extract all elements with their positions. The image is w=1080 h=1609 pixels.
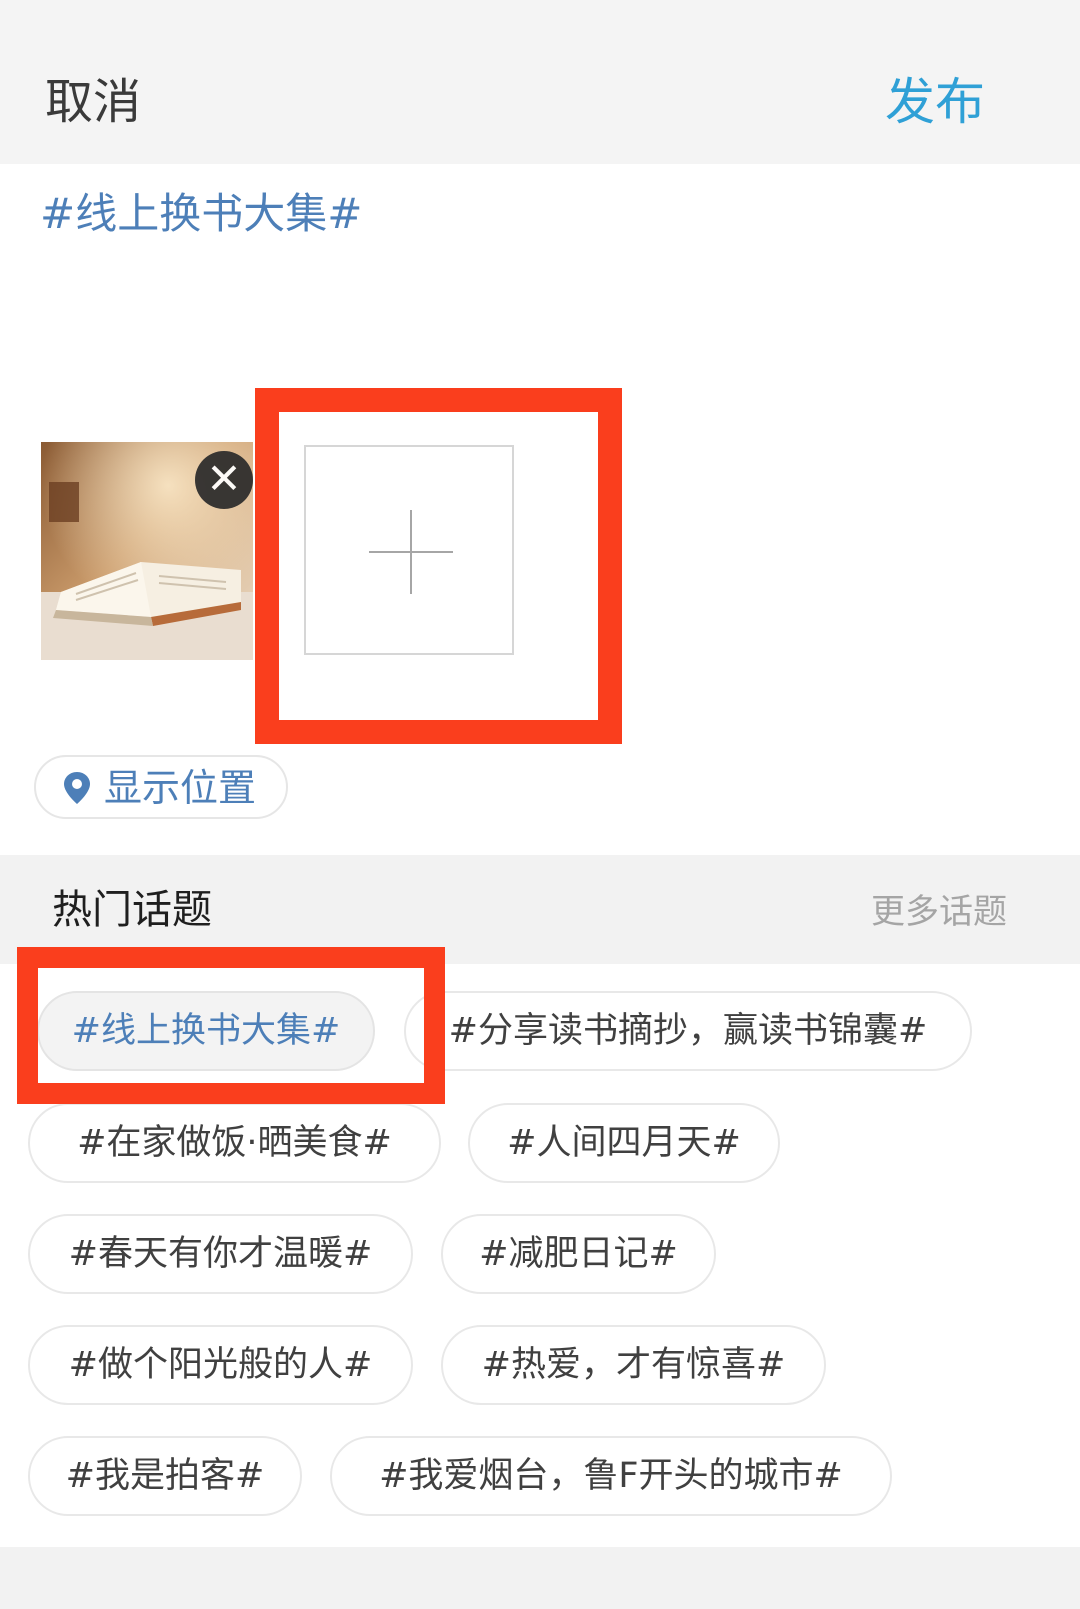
- topic-chip[interactable]: #人间四月天#: [468, 1103, 780, 1183]
- location-pin-icon: [64, 772, 90, 804]
- remove-image-button[interactable]: ✕: [195, 451, 253, 509]
- topic-chip[interactable]: #减肥日记#: [441, 1214, 716, 1294]
- topic-chip[interactable]: #热爱，才有惊喜#: [441, 1325, 826, 1405]
- topic-chip[interactable]: #在家做饭·晒美食#: [28, 1103, 441, 1183]
- bottom-divider: [0, 1547, 1080, 1609]
- post-text-input[interactable]: #线上换书大集#: [40, 183, 362, 245]
- show-location-button[interactable]: 显示位置: [34, 755, 288, 819]
- topic-chip[interactable]: #我是拍客#: [28, 1436, 302, 1516]
- cancel-button[interactable]: 取消: [45, 70, 141, 134]
- highlight-box-add-image: [255, 388, 622, 744]
- topic-chip[interactable]: #我爱烟台，鲁F开头的城市#: [330, 1436, 892, 1516]
- close-icon: ✕: [206, 454, 242, 503]
- topic-chip[interactable]: #分享读书摘抄，赢读书锦囊#: [404, 991, 972, 1071]
- highlight-box-topic: [17, 947, 445, 1104]
- topic-chip[interactable]: #做个阳光般的人#: [28, 1325, 413, 1405]
- show-location-label: 显示位置: [104, 766, 257, 810]
- top-bar: 取消 发布: [0, 0, 1080, 164]
- more-topics-link[interactable]: 更多话题: [871, 887, 1007, 937]
- hot-topics-title: 热门话题: [52, 887, 212, 933]
- publish-button[interactable]: 发布: [885, 70, 985, 134]
- topic-chip[interactable]: #春天有你才温暖#: [28, 1214, 413, 1294]
